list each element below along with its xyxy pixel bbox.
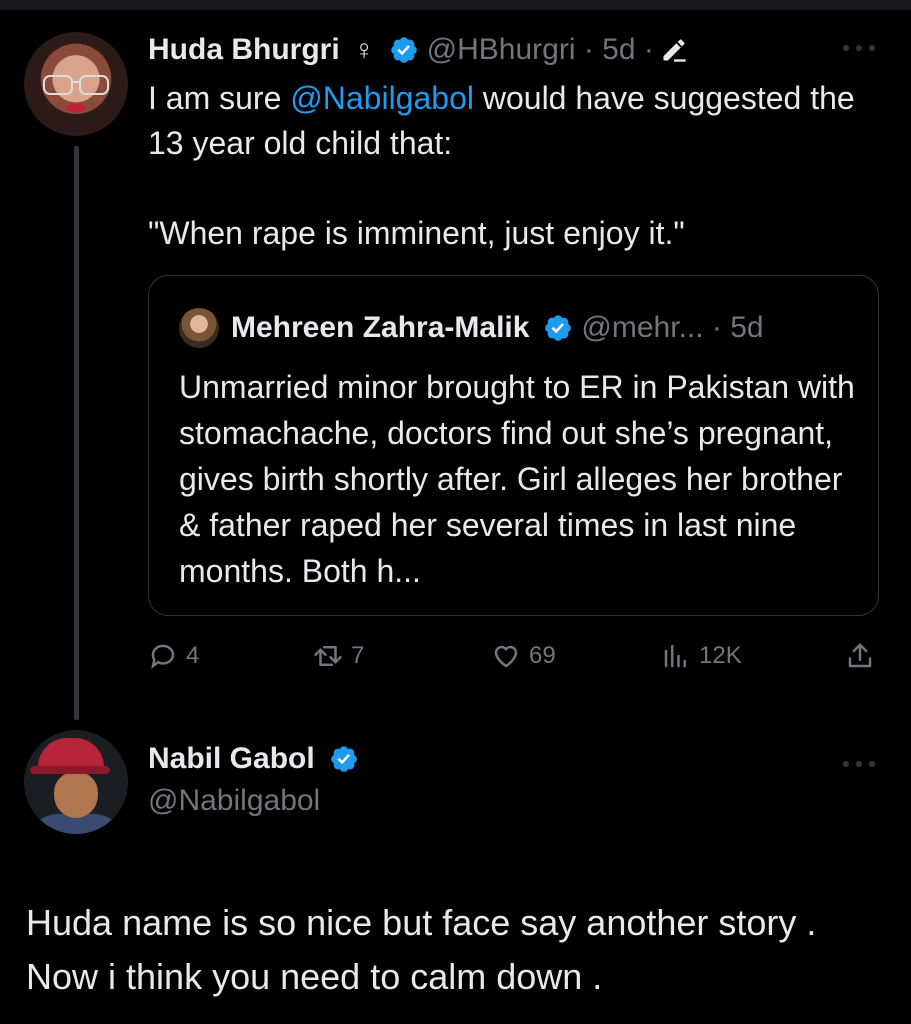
views-button[interactable]: 12K xyxy=(661,636,742,676)
tweet1-text-prefix: I am sure xyxy=(148,80,291,116)
tweet1-handle-meta[interactable]: @HBhurgri · 5d · xyxy=(427,33,654,67)
tweet2-header: Nabil Gabol xyxy=(148,742,359,776)
share-button[interactable] xyxy=(845,636,875,676)
reply-button[interactable]: 4 xyxy=(148,636,199,676)
verified-badge-icon xyxy=(390,37,417,63)
avatar-nabil[interactable] xyxy=(24,730,128,834)
thread-line xyxy=(74,146,79,720)
avatar-mehreen xyxy=(179,308,219,348)
verified-badge-icon xyxy=(330,746,357,772)
retweet-icon xyxy=(314,646,342,666)
more-icon[interactable] xyxy=(842,760,876,768)
like-button[interactable]: 69 xyxy=(491,636,556,676)
verified-badge-icon xyxy=(545,315,572,341)
quoted-handle-meta: @mehr... · 5d xyxy=(581,311,764,344)
tweet1-action-bar: 4 7 69 12K xyxy=(148,636,888,676)
avatar-lips xyxy=(66,104,86,112)
views-icon xyxy=(664,644,686,668)
edit-pencil-icon xyxy=(663,39,686,62)
quoted-tweet-text: Unmarried minor brought to ER in Pakista… xyxy=(179,369,855,589)
like-icon xyxy=(494,645,518,668)
share-icon xyxy=(848,643,872,668)
tweet1-header: Huda Bhurgri ♀ @HBhurgri · 5d · xyxy=(148,30,688,70)
like-count: 69 xyxy=(529,642,556,669)
tweet2-display-name[interactable]: Nabil Gabol xyxy=(148,742,315,776)
quoted-tweet-header: Mehreen Zahra-Malik @mehr... · 5d xyxy=(179,308,764,348)
tweet2-text: Huda name is so nice but face say anothe… xyxy=(26,902,817,997)
avatar-face xyxy=(54,772,98,818)
avatar-huda[interactable] xyxy=(24,32,128,136)
more-icon[interactable] xyxy=(842,44,876,52)
glasses-graphic xyxy=(43,75,109,95)
reply-count: 4 xyxy=(186,642,200,669)
reply-icon xyxy=(151,644,175,669)
tweet1-text: I am sure @Nabilgabol would have suggest… xyxy=(148,76,888,256)
views-count: 12K xyxy=(699,642,742,669)
tweet1-display-name[interactable]: Huda Bhurgri xyxy=(148,33,340,67)
quoted-tweet-card[interactable]: Mehreen Zahra-Malik @mehr... · 5d Unmarr… xyxy=(148,275,879,616)
top-divider xyxy=(0,0,911,10)
female-symbol-icon: ♀ xyxy=(353,34,375,65)
avatar-cap-brim xyxy=(30,766,110,774)
mention-link[interactable]: @Nabilgabol xyxy=(290,80,474,116)
tweet1-quote-line: "When rape is imminent, just enjoy it." xyxy=(148,215,685,251)
retweet-button[interactable]: 7 xyxy=(313,636,364,676)
retweet-count: 7 xyxy=(351,642,365,669)
quoted-display-name: Mehreen Zahra-Malik xyxy=(231,311,530,344)
tweet2-handle[interactable]: @Nabilgabol xyxy=(148,784,320,818)
